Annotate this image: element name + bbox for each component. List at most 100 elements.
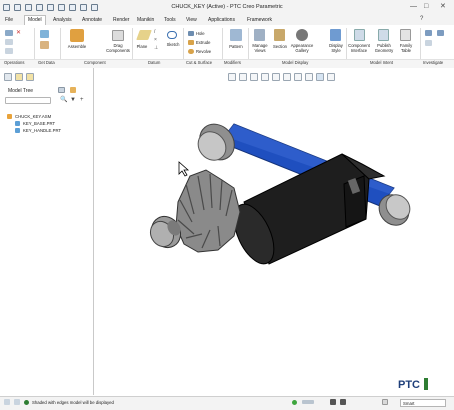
tab-file[interactable]: File xyxy=(2,16,16,24)
drag-components-button[interactable]: Drag Components xyxy=(104,43,132,53)
filter-icon[interactable]: ▼ xyxy=(70,97,76,103)
sketch-icon[interactable] xyxy=(167,31,177,39)
sketch-button[interactable]: Sketch xyxy=(162,42,184,47)
group-model-display[interactable]: Model Display xyxy=(282,60,308,65)
assemble-button[interactable]: Assemble xyxy=(63,44,91,49)
appearance-gallery-button[interactable]: Appearance Gallery xyxy=(290,43,314,53)
publish-geometry-button[interactable]: Publish Geometry xyxy=(372,43,396,53)
axis-icon[interactable]: / xyxy=(154,30,159,35)
copy-icon[interactable] xyxy=(5,39,13,45)
favorites-tab-icon[interactable] xyxy=(26,73,34,81)
group-model-intent[interactable]: Model Intent xyxy=(370,60,393,65)
ptc-logo: PTC xyxy=(398,379,420,391)
tab-framework[interactable]: Framework xyxy=(244,16,275,24)
group-operations[interactable]: Operations xyxy=(4,60,24,65)
selection-filter-icon[interactable] xyxy=(340,399,346,405)
drag-components-icon[interactable] xyxy=(112,30,124,41)
tree-search-input[interactable] xyxy=(5,97,51,104)
maximize-icon[interactable]: □ xyxy=(424,3,428,10)
gear[interactable] xyxy=(146,169,241,253)
tab-applications[interactable]: Applications xyxy=(205,16,238,24)
tree-settings-icon[interactable] xyxy=(58,87,65,93)
component-interface-button[interactable]: Component Interface xyxy=(346,43,372,53)
pattern-icon[interactable] xyxy=(230,29,242,41)
display-style-button[interactable]: Display Style xyxy=(326,43,346,53)
spin-center-icon[interactable] xyxy=(316,73,324,81)
appearance-gallery-icon[interactable] xyxy=(296,29,308,41)
repaint-icon[interactable] xyxy=(261,73,269,81)
add-column-icon[interactable]: + xyxy=(80,97,86,103)
assembly-icon xyxy=(7,114,12,119)
display-style-icon[interactable] xyxy=(330,29,341,41)
manage-views-icon[interactable] xyxy=(254,29,265,41)
group-modifiers[interactable]: Modifiers xyxy=(224,60,241,65)
group-get-data[interactable]: Get Data xyxy=(38,60,55,65)
switch-dimensions-icon[interactable] xyxy=(437,30,444,36)
group-datum[interactable]: Datum xyxy=(148,60,160,65)
graphics-viewport[interactable]: PTC xyxy=(94,84,454,395)
regenerate-icon[interactable] xyxy=(5,30,13,36)
tab-analysis[interactable]: Analysis xyxy=(50,16,75,24)
zoom-out-icon[interactable] xyxy=(250,73,258,81)
pattern-button[interactable]: Pattern xyxy=(224,44,248,49)
progress-icon xyxy=(302,400,314,404)
zoom-in-icon[interactable] xyxy=(239,73,247,81)
delete-icon[interactable]: ✕ xyxy=(16,30,22,36)
part-icon xyxy=(15,128,20,133)
folder-browser-tab-icon[interactable] xyxy=(15,73,23,81)
close-icon[interactable]: ✕ xyxy=(440,3,446,10)
model-tree-tab-icon[interactable] xyxy=(4,73,12,81)
component-interface-icon[interactable] xyxy=(354,29,365,41)
mouse-cursor-icon xyxy=(178,161,190,177)
tab-annotate[interactable]: Annotate xyxy=(79,16,105,24)
show-icon[interactable] xyxy=(70,87,76,93)
status-tool-icon[interactable] xyxy=(382,399,388,405)
selection-filter-dropdown[interactable]: Smart xyxy=(400,399,446,407)
help-icon[interactable]: ? xyxy=(420,16,423,23)
tab-render[interactable]: Render xyxy=(110,16,132,24)
minimize-icon[interactable]: — xyxy=(410,3,417,10)
display-style-view-icon[interactable] xyxy=(272,73,280,81)
manage-views-button[interactable]: Manage Views xyxy=(250,43,270,53)
paste-icon[interactable] xyxy=(5,48,13,54)
user-defined-feature-icon[interactable] xyxy=(40,30,49,38)
saved-orientations-icon[interactable] xyxy=(283,73,291,81)
group-component[interactable]: Component xyxy=(84,60,106,65)
hole-icon[interactable] xyxy=(188,31,194,36)
section-button[interactable]: Section xyxy=(270,44,290,49)
tree-item-key-handle[interactable]: KEY_HANDLE.PRT xyxy=(23,128,61,133)
tab-view[interactable]: View xyxy=(183,16,200,24)
section-icon[interactable] xyxy=(274,29,285,41)
copy-geometry-icon[interactable] xyxy=(40,41,49,49)
window-title: CHUCK_KEY (Active) - PTC Creo Parametric xyxy=(171,4,283,10)
publish-geometry-icon[interactable] xyxy=(378,29,389,41)
group-investigate[interactable]: Investigate xyxy=(423,60,443,65)
part-icon xyxy=(15,121,20,126)
coordinate-system-icon[interactable]: ⊥ xyxy=(154,46,159,51)
family-table-button[interactable]: Family Table xyxy=(396,43,416,53)
hole-button[interactable]: Hole xyxy=(196,31,205,36)
search-icon[interactable]: 🔍 xyxy=(60,97,67,103)
tab-manikin[interactable]: Manikin xyxy=(134,16,157,24)
annotation-display-icon[interactable] xyxy=(327,73,335,81)
family-table-icon[interactable] xyxy=(400,29,411,41)
investigate-icon[interactable] xyxy=(425,30,432,36)
refit-icon[interactable] xyxy=(228,73,236,81)
tab-tools[interactable]: Tools xyxy=(161,16,179,24)
group-cut-surface[interactable]: Cut & Surface xyxy=(186,60,212,65)
extrude-button[interactable]: Extrude xyxy=(196,40,210,45)
assemble-icon[interactable] xyxy=(70,29,84,42)
tree-item-chuck-key[interactable]: CHUCK_KEY.ASM xyxy=(15,114,51,119)
extrude-icon[interactable] xyxy=(188,40,194,45)
revolve-button[interactable]: Revolve xyxy=(196,49,211,54)
plane-button[interactable]: Plane xyxy=(132,44,152,49)
status-icon[interactable] xyxy=(4,399,10,405)
parameters-icon[interactable] xyxy=(425,40,432,46)
view-manager-icon[interactable] xyxy=(294,73,302,81)
datum-display-icon[interactable] xyxy=(305,73,313,81)
status-icon[interactable] xyxy=(14,399,20,405)
tree-item-key-base[interactable]: KEY_BASE.PRT xyxy=(23,121,55,126)
revolve-icon[interactable] xyxy=(188,49,194,54)
select-icon[interactable] xyxy=(330,399,336,405)
point-icon[interactable]: × xyxy=(154,38,159,43)
